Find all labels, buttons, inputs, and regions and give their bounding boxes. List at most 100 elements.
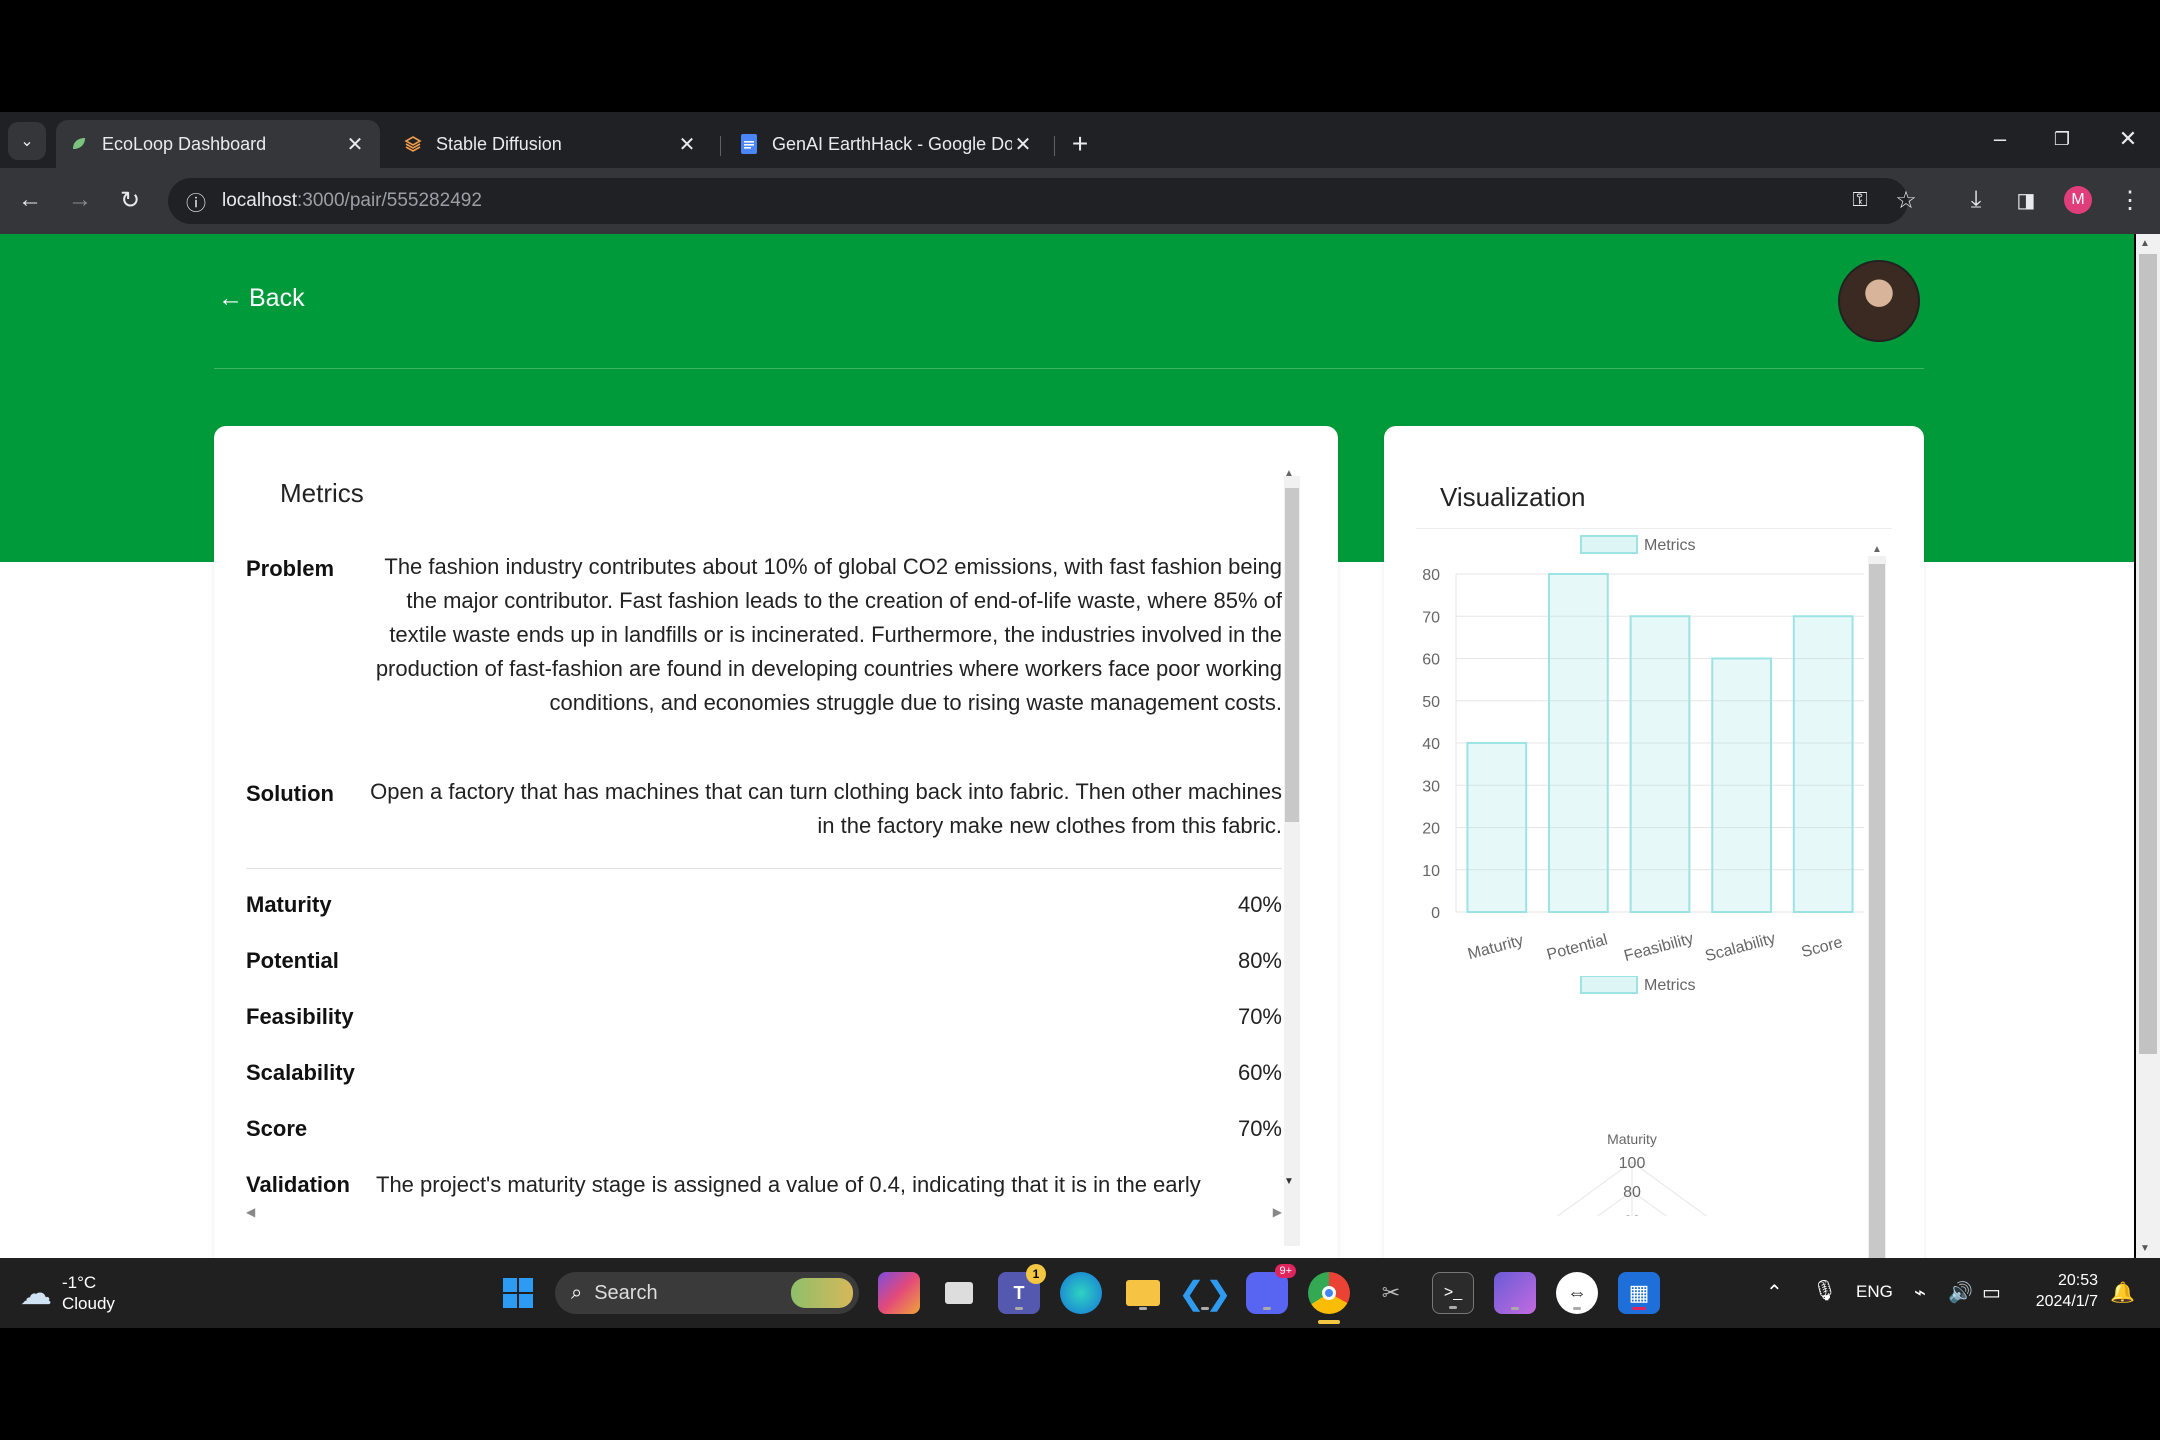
snipping-tool-icon[interactable]: ✂	[1370, 1272, 1412, 1314]
restore-button[interactable]: ❐	[2042, 124, 2082, 154]
page-scrollbar-thumb[interactable]	[2139, 254, 2157, 1054]
page-scrollbar-track[interactable]: ▲ ▼	[2136, 234, 2160, 1258]
y-tick-label: 50	[1422, 694, 1440, 711]
metric-row-potential: Potential 80%	[246, 948, 1282, 974]
bar-score	[1792, 615, 1854, 913]
close-tab-icon[interactable]: ✕	[1012, 132, 1034, 157]
page-scroll-down-arrow-icon[interactable]: ▼	[2140, 1243, 2150, 1254]
close-window-button[interactable]: ✕	[2108, 124, 2148, 154]
forward-nav-icon[interactable]: →	[62, 182, 98, 218]
volume-icon[interactable]: 🔊	[1948, 1280, 1973, 1305]
discord-icon[interactable]: 9+	[1246, 1264, 1296, 1314]
copilot-icon[interactable]	[878, 1272, 920, 1314]
input-language[interactable]: ENG	[1856, 1282, 1893, 1302]
metrics-scrollbar-thumb[interactable]	[1285, 488, 1299, 822]
tab-search-button[interactable]: ⌄	[8, 122, 46, 160]
viz-scroll-up-arrow-icon[interactable]: ▲	[1872, 544, 1882, 555]
metric-value: 70%	[1237, 1116, 1282, 1141]
back-link[interactable]: ← Back	[218, 284, 305, 313]
y-tick-label: 80	[1422, 567, 1440, 584]
app-grid-icon[interactable]: ▦	[1618, 1272, 1660, 1314]
tab-separator	[1054, 136, 1055, 156]
tab-title: EcoLoop Dashboard	[102, 133, 267, 154]
scroll-up-arrow-icon[interactable]: ▲	[1284, 468, 1294, 479]
weather-widget[interactable]: ☁ -1°C Cloudy	[20, 1272, 115, 1314]
taskbar: ☁ -1°C Cloudy ⌕ Search T1 ❮❯ 9+ ✂ >_ ⇔ ▦…	[0, 1258, 2160, 1328]
task-view-icon[interactable]	[938, 1272, 980, 1314]
bar-chart-bars	[1466, 573, 1854, 913]
back-nav-icon[interactable]: ←	[12, 182, 48, 218]
x-tick-label: Scalability	[1703, 930, 1777, 965]
solution-label: Solution	[246, 781, 334, 806]
start-button[interactable]	[497, 1272, 539, 1314]
url-path: :3000/pair/555282492	[297, 190, 482, 211]
download-icon[interactable]: ⤓	[1958, 182, 1994, 218]
battery-icon[interactable]: ▭	[1982, 1280, 2001, 1305]
tab-google-doc[interactable]: GenAI EarthHack - Google Doc ✕	[726, 120, 1048, 168]
reload-icon[interactable]: ↻	[112, 182, 148, 218]
page-scroll-up-arrow-icon[interactable]: ▲	[2140, 238, 2150, 249]
metric-label: Score	[246, 1116, 308, 1141]
key-icon[interactable]: ⚿	[1842, 182, 1878, 218]
x-tick-label: Potential	[1545, 931, 1610, 964]
scroll-right-arrow-icon[interactable]: ▶	[1273, 1205, 1282, 1219]
clipchamp-icon[interactable]	[1494, 1272, 1536, 1314]
teams-icon[interactable]: T1	[998, 1264, 1046, 1314]
menu-kebab-icon[interactable]: ⋮	[2112, 182, 2148, 218]
network-icon[interactable]: ⌁	[1914, 1280, 1926, 1305]
edge-icon[interactable]	[1060, 1272, 1102, 1314]
minimize-button[interactable]: –	[1980, 124, 2020, 154]
vscode-icon[interactable]: ❮❯	[1178, 1272, 1232, 1314]
layers-icon	[404, 135, 422, 153]
running-indicator	[1263, 1307, 1271, 1310]
close-tab-icon[interactable]: ✕	[344, 132, 366, 157]
metrics-card: Metrics Problem The fashion industry con…	[214, 426, 1338, 1258]
microphone-icon[interactable]: 🎙	[1812, 1278, 1837, 1303]
legend-label: Metrics	[1644, 977, 1696, 994]
tab-title: Stable Diffusion	[436, 133, 562, 154]
search-icon: ⌕	[571, 1281, 583, 1304]
terminal-icon[interactable]: >_	[1432, 1272, 1474, 1314]
chevron-up-icon[interactable]: ⌃	[1766, 1280, 1783, 1305]
search-label: Search	[594, 1281, 658, 1304]
address-bar[interactable]: ⓘ localhost:3000/pair/555282492	[168, 178, 1908, 224]
bar-chart-x-ticks: Maturity Potential Feasibility Scalability S…	[1466, 930, 1845, 965]
site-info-icon[interactable]: ⓘ	[186, 187, 206, 216]
notification-bell-icon[interactable]: 🔔	[2110, 1280, 2135, 1305]
teams-badge: 1	[1026, 1264, 1046, 1284]
validation-label: Validation	[246, 1172, 350, 1197]
metrics-title: Metrics	[280, 478, 364, 508]
chrome-icon[interactable]	[1308, 1272, 1350, 1324]
metrics-divider	[246, 868, 1282, 869]
file-explorer-icon[interactable]	[1122, 1272, 1164, 1314]
problem-text: The fashion industry contributes about 1…	[375, 554, 1282, 715]
user-avatar[interactable]	[1838, 260, 1920, 342]
teamviewer-icon[interactable]: ⇔	[1556, 1272, 1598, 1314]
new-tab-button[interactable]: +	[1064, 120, 1096, 168]
tab-separator	[720, 136, 721, 156]
scroll-left-arrow-icon[interactable]: ◀	[246, 1205, 255, 1219]
side-panel-icon[interactable]: ◨	[2008, 182, 2044, 218]
bookmark-star-icon[interactable]: ☆	[1888, 182, 1924, 218]
radar-tick-label: 100	[1619, 1155, 1646, 1172]
running-indicator	[1632, 1307, 1646, 1310]
metric-row-feasibility: Feasibility 70%	[246, 1004, 1282, 1030]
tab-ecoloop-dashboard[interactable]: EcoLoop Dashboard ✕	[56, 120, 380, 168]
taskbar-search[interactable]: ⌕ Search	[555, 1272, 859, 1314]
metric-row-score: Score 70%	[246, 1116, 1282, 1142]
back-label: Back	[249, 284, 305, 312]
y-tick-label: 20	[1422, 821, 1440, 838]
clock[interactable]: 20:53 2024/1/7	[2026, 1270, 2098, 1312]
viz-scrollbar-thumb[interactable]	[1869, 564, 1885, 1258]
problem-label: Problem	[246, 556, 335, 581]
scroll-down-arrow-icon[interactable]: ▼	[1284, 1176, 1294, 1187]
running-indicator	[1573, 1307, 1581, 1310]
close-tab-icon[interactable]: ✕	[676, 132, 698, 157]
running-indicator	[1511, 1307, 1519, 1310]
metrics-horizontal-scrollbar[interactable]: ◀ ▶	[246, 1204, 1282, 1220]
tab-stable-diffusion[interactable]: Stable Diffusion ✕	[390, 120, 712, 168]
weather-temp: -1°C	[62, 1273, 97, 1292]
solution-text: Open a factory that has machines that ca…	[370, 779, 1282, 838]
y-tick-label: 60	[1422, 652, 1440, 669]
profile-avatar[interactable]: M	[2060, 182, 2096, 218]
